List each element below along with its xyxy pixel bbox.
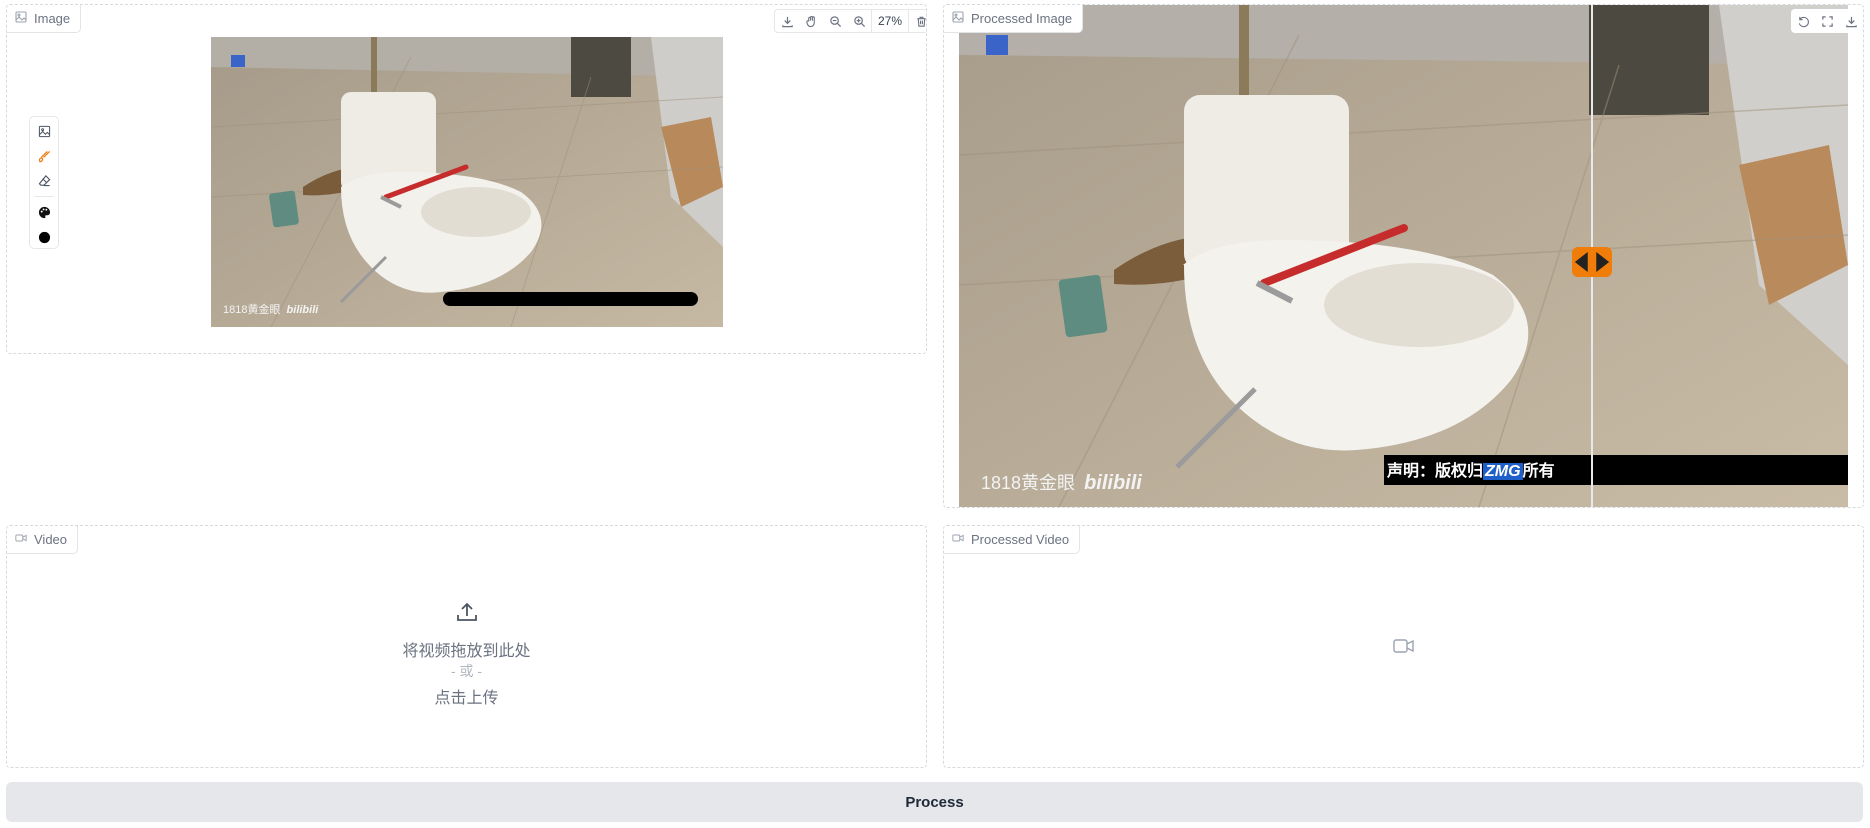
image-panel-label-chip: Image [7,5,82,33]
brush-tool-button[interactable] [32,146,56,167]
processed-image-toolbar [1791,9,1863,33]
image-panel: Image 27% 1818黄金眼 bilibili [6,4,927,354]
zoom-level: 27% [871,10,910,32]
download-button[interactable] [775,10,799,32]
image-tool-button[interactable] [32,121,56,142]
tool-divider [34,196,54,198]
fullscreen-button[interactable] [1815,10,1839,32]
fullscreen-icon [1821,15,1833,27]
image-icon [952,11,964,26]
video-panel-label: Video [34,532,68,547]
pan-icon [805,15,815,27]
video-icon [15,532,27,547]
image-watermark: 1818黄金眼 bilibili [223,304,319,316]
download-icon [1845,16,1857,27]
processed-video-label: Processed Video [971,532,1070,547]
drawing-tools [29,116,59,249]
processed-video-label-chip: Processed Video [944,526,1081,554]
upload-or-text: - 或 - [450,663,483,679]
upload-click-text: 点击上传 [434,690,499,707]
undo-icon [1798,16,1809,27]
processed-image-label-chip: Processed Image [944,5,1084,33]
video-panel-label-chip: Video [7,526,79,554]
input-image[interactable]: 1818黄金眼 bilibili [211,37,723,327]
processed-video-panel: Processed Video [943,525,1864,768]
palette-icon [38,207,50,219]
processed-watermark: 1818黄金眼 bilibili [981,472,1142,494]
upload-drop-text: 将视频拖放到此处 [402,643,531,660]
processed-toilet-scene [959,5,1848,507]
upload-icon [455,600,479,624]
processed-image[interactable]: 1818黄金眼 bilibili 声明：版权归 ZMG 所有 [959,5,1848,507]
slider-handle-icon [1574,252,1610,272]
process-button[interactable]: Process [6,782,1863,822]
image-icon [38,125,50,138]
undo-button[interactable] [1791,10,1815,32]
image-panel-label: Image [34,11,71,26]
processed-download-button[interactable] [1839,10,1863,32]
image-toolbar: 27% [774,9,926,33]
brush-icon [38,150,50,162]
pan-button[interactable] [799,10,823,32]
eraser-tool-button[interactable] [32,171,56,192]
eraser-icon [38,175,50,187]
download-icon [781,16,793,27]
video-panel[interactable]: Video 将视频拖放到此处 - 或 - 点击上传 [6,525,927,768]
color-swatch-button[interactable] [32,227,56,248]
compare-slider-handle[interactable] [1572,247,1612,277]
delete-button[interactable] [909,10,926,32]
video-placeholder-icon [1393,637,1415,655]
palette-tool-button[interactable] [32,202,56,223]
zoom-in-icon [853,15,865,27]
video-icon [952,532,964,547]
zoom-out-icon [829,15,841,27]
zoom-in-button[interactable] [847,10,871,32]
copyright-caption: 声明：版权归 ZMG 所有 [1387,463,1555,480]
processed-image-label: Processed Image [971,11,1073,26]
zoom-out-button[interactable] [823,10,847,32]
trash-icon [916,16,926,27]
color-dot-icon [38,232,50,244]
toilet-scene [211,37,723,327]
image-icon [15,11,27,26]
processed-image-panel: Processed Image 1818黄金眼 bilibili 声明：版权归 … [943,4,1864,508]
